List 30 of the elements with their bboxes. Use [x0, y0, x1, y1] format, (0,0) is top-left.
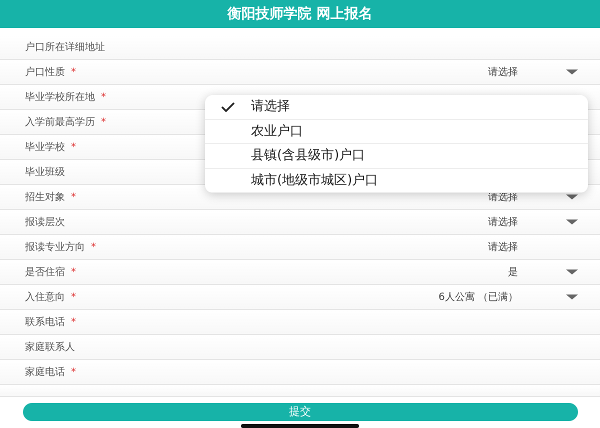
field-label: 报读层次 [25, 216, 65, 230]
field-label: 户口性质 [25, 66, 65, 80]
required-mark: * [71, 290, 76, 304]
field-label: 家庭联系人 [25, 340, 75, 354]
field-label: 入学前最高学历 [25, 116, 95, 130]
field-label: 毕业班级 [25, 166, 65, 180]
field-label: 家庭电话 [25, 366, 65, 380]
header-title: 衡阳技师学院 网上报名 [0, 0, 600, 28]
required-mark: * [71, 190, 76, 204]
field-label: 入住意向 [25, 290, 65, 304]
field-value: 请选择 [488, 216, 518, 230]
field-label: 毕业学校 [25, 140, 65, 154]
field-value: 是 [508, 266, 518, 280]
field-label: 毕业学校所在地 [25, 90, 95, 104]
field-label: 报读专业方向 [25, 240, 85, 254]
required-mark: * [101, 90, 106, 104]
required-mark: * [91, 240, 96, 254]
required-mark: * [71, 66, 76, 80]
required-mark: * [71, 366, 76, 380]
required-mark: * [101, 116, 106, 130]
field-label: 招生对象 [25, 190, 65, 204]
required-mark: * [71, 140, 76, 154]
field-value: 请选择 [488, 240, 518, 254]
required-mark: * [71, 266, 76, 280]
required-mark: * [71, 316, 76, 330]
field-label: 联系电话 [25, 316, 65, 330]
field-value: 6人公寓 （已满） [438, 290, 518, 304]
field-label: 是否住宿 [25, 266, 65, 280]
field-label: 户口所在详细地址 [25, 40, 105, 54]
field-value: 请选择 [488, 66, 518, 80]
